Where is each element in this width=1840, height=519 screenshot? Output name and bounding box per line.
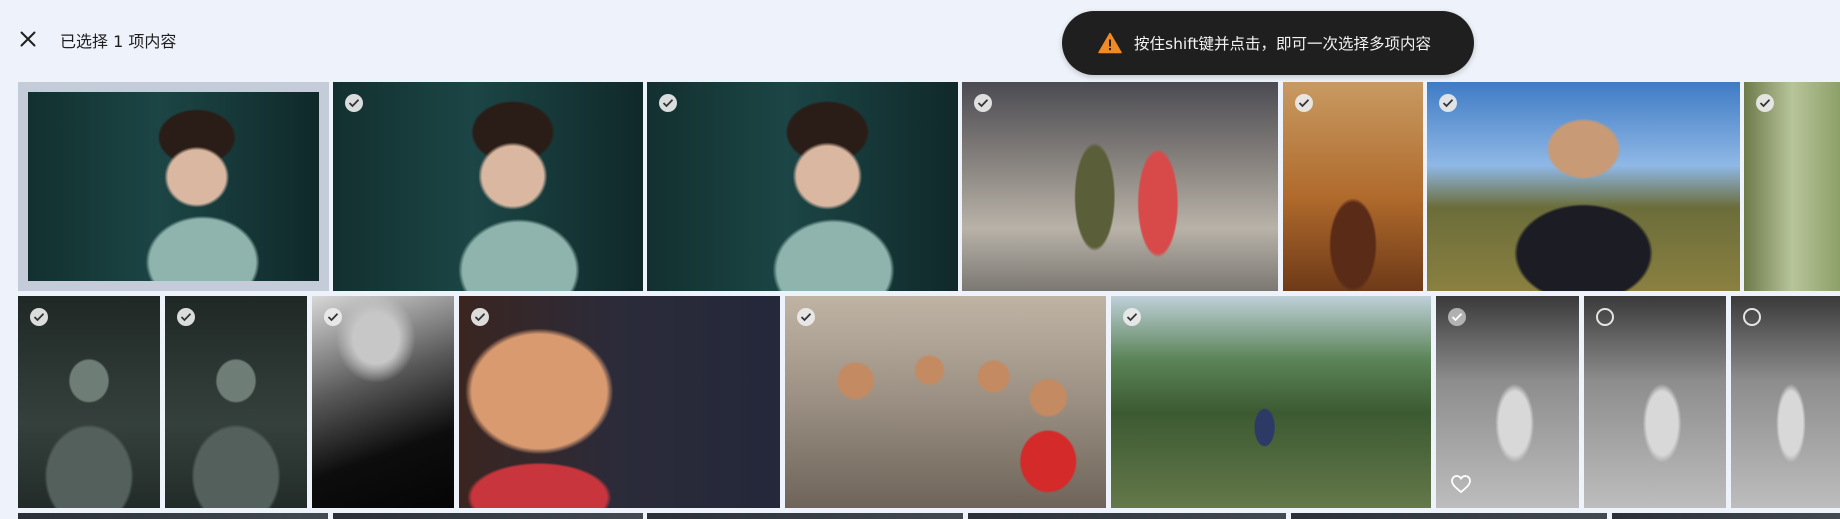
photo-boy-teal-3[interactable]: [647, 82, 958, 291]
photo-image: [1283, 82, 1423, 291]
photo-baby-feet-2[interactable]: [1584, 296, 1726, 508]
check-icon[interactable]: [345, 94, 363, 112]
toast-notification: 按住shift键并点击，即可一次选择多项内容: [1062, 11, 1474, 75]
photo-row3-6[interactable]: [1612, 513, 1840, 519]
photo-two-kids[interactable]: [962, 82, 1278, 291]
photo-row3-2[interactable]: [333, 513, 643, 519]
photo-boy-teal-1[interactable]: [18, 82, 329, 291]
photo-tribal-child-2[interactable]: [165, 296, 307, 508]
selection-toolbar: 已选择 1 项内容: [0, 0, 1840, 82]
check-icon[interactable]: [471, 308, 489, 326]
check-icon[interactable]: [1123, 308, 1141, 326]
photo-baby-feet-3[interactable]: [1731, 296, 1840, 508]
check-icon[interactable]: [177, 308, 195, 326]
photo-row3-5[interactable]: [1291, 513, 1607, 519]
photo-image: [785, 296, 1106, 508]
photo-boy-teal-2[interactable]: [333, 82, 643, 291]
photo-image: [1291, 513, 1607, 519]
photo-child-orange[interactable]: [1283, 82, 1423, 291]
photo-row3-4[interactable]: [968, 513, 1286, 519]
photo-boy-horses[interactable]: [1427, 82, 1740, 291]
selection-count: 已选择 1 项内容: [60, 32, 177, 51]
photo-image: [647, 513, 963, 519]
photo-image: [968, 513, 1286, 519]
close-icon[interactable]: [16, 27, 40, 51]
unchecked-circle-icon[interactable]: [1743, 308, 1761, 326]
photo-arch-silhouette[interactable]: [312, 296, 454, 508]
check-icon[interactable]: [1439, 94, 1457, 112]
photo-image: [1111, 296, 1431, 508]
check-icon[interactable]: [324, 308, 342, 326]
check-icon[interactable]: [1448, 308, 1466, 326]
photo-image: [962, 82, 1278, 291]
photo-image: [333, 82, 643, 291]
photo-row3-3[interactable]: [647, 513, 963, 519]
check-icon[interactable]: [659, 94, 677, 112]
photo-tribal-child-1[interactable]: [18, 296, 160, 508]
photo-boy-grass[interactable]: [1111, 296, 1431, 508]
check-icon[interactable]: [1295, 94, 1313, 112]
photo-image: [165, 296, 307, 508]
photo-image: [312, 296, 454, 508]
photo-baby-feet-1[interactable]: [1436, 296, 1579, 508]
photo-image: [1584, 296, 1726, 508]
check-icon[interactable]: [974, 94, 992, 112]
photo-image: [647, 82, 958, 291]
photo-image: [1731, 296, 1840, 508]
photo-image: [459, 296, 780, 508]
check-icon[interactable]: [30, 308, 48, 326]
photo-image: [28, 92, 319, 281]
photo-row3-1[interactable]: [18, 513, 328, 519]
check-icon[interactable]: [797, 308, 815, 326]
photo-blurred-green[interactable]: [1744, 82, 1840, 291]
photo-image: [333, 513, 643, 519]
toast-message: 按住shift键并点击，即可一次选择多项内容: [1134, 35, 1431, 53]
photo-child-face[interactable]: [459, 296, 780, 508]
photo-image: [18, 513, 328, 519]
photo-image: [1427, 82, 1740, 291]
photo-image: [1744, 82, 1840, 291]
heart-outline-icon[interactable]: [1450, 474, 1472, 494]
photo-image: [1612, 513, 1840, 519]
unchecked-circle-icon[interactable]: [1596, 308, 1614, 326]
warning-icon: [1098, 32, 1122, 54]
photo-image: [18, 296, 160, 508]
photo-group-kids[interactable]: [785, 296, 1106, 508]
check-icon[interactable]: [1756, 94, 1774, 112]
